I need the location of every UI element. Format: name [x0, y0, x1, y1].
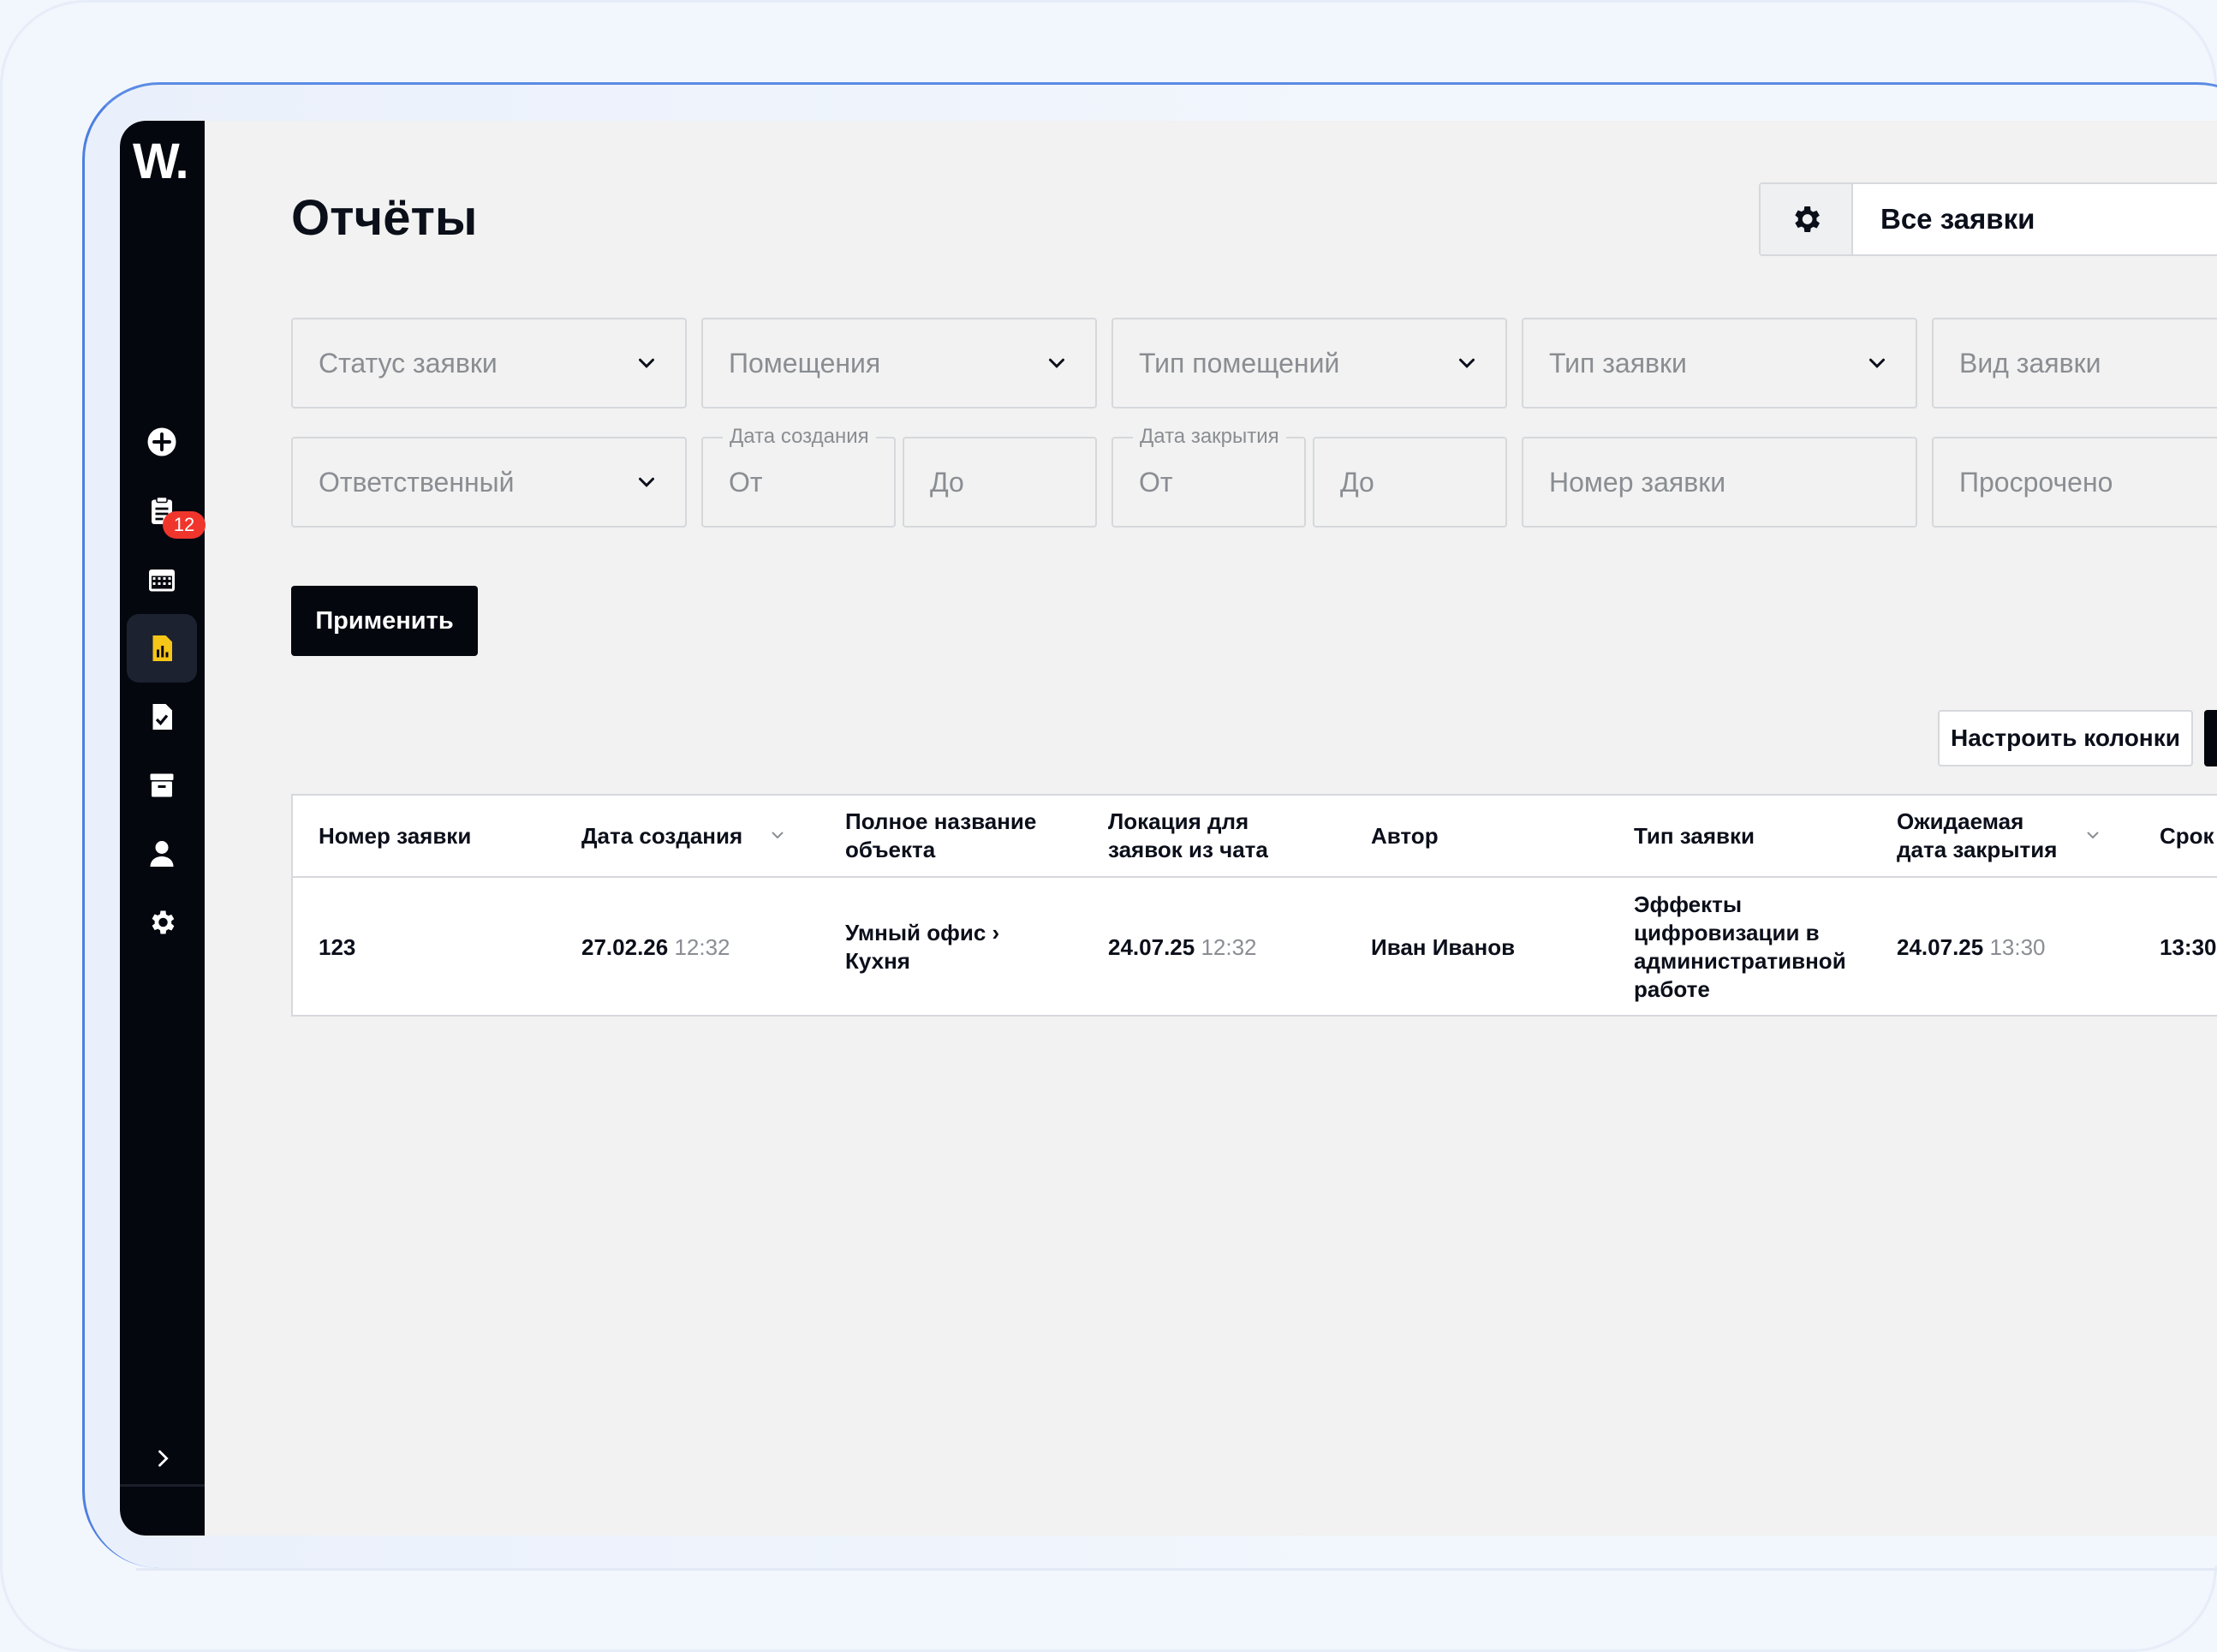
table-header: Номер заявки Дата создания Полное назван… — [293, 796, 2217, 878]
settings-icon — [152, 910, 175, 934]
apply-button[interactable]: Применить — [291, 586, 478, 656]
sidebar: W. 12 — [120, 121, 206, 1536]
col-header-deadline[interactable]: Срок зак — [2160, 822, 2217, 850]
settings-button[interactable] — [127, 888, 197, 957]
plus-circle-icon — [147, 427, 176, 456]
overdue-filter-placeholder: Просрочено — [1959, 466, 2113, 498]
col-header-object[interactable]: Полное название объекта — [845, 808, 1036, 864]
closed-from-placeholder: От — [1139, 466, 1173, 498]
request-type-filter-placeholder: Тип заявки — [1549, 347, 1687, 379]
logo: W. — [133, 134, 189, 189]
checked-document-icon — [152, 704, 172, 730]
reports-button[interactable] — [127, 614, 197, 683]
col-header-author[interactable]: Автор — [1371, 822, 1439, 850]
reports-table: Номер заявки Дата создания Полное назван… — [291, 794, 2217, 1017]
view-select-value: Все заявки — [1880, 203, 2035, 235]
rooms-filter-placeholder: Помещения — [729, 347, 881, 379]
archive-icon — [150, 773, 174, 797]
closed-date-legend: Дата закрытия — [1133, 424, 1286, 450]
col-header-created[interactable]: Дата создания — [581, 822, 742, 850]
cell-number: 123 — [319, 934, 356, 960]
export-button[interactable]: Эк — [2204, 710, 2217, 766]
sort-chevron-icon[interactable] — [767, 825, 788, 845]
created-to-input[interactable]: До — [903, 437, 1097, 528]
chevron-down-icon — [639, 358, 654, 368]
cell-object: Умный офис › Кухня — [845, 920, 1000, 974]
configure-columns-button[interactable]: Настроить колонки — [1938, 710, 2193, 766]
created-to-placeholder: До — [930, 466, 964, 498]
cell-expected: 24.07.25 13:30 — [1897, 934, 2046, 960]
room-type-filter[interactable]: Тип помещений — [1111, 318, 1507, 409]
created-date-legend: Дата создания — [723, 424, 876, 450]
room-type-filter-placeholder: Тип помещений — [1139, 347, 1340, 379]
calendar-button[interactable] — [127, 546, 197, 614]
request-kind-filter-placeholder: Вид заявки — [1959, 347, 2101, 379]
closed-from-input[interactable]: От — [1111, 437, 1306, 528]
profile-button[interactable] — [127, 820, 197, 888]
responsible-filter[interactable]: Ответственный — [291, 437, 687, 528]
chevron-down-icon — [1459, 358, 1475, 368]
responsible-filter-placeholder: Ответственный — [319, 466, 515, 498]
created-from-input[interactable]: От — [701, 437, 896, 528]
col-header-type[interactable]: Тип заявки — [1634, 822, 1755, 850]
chevron-down-icon — [639, 477, 654, 487]
cell-created: 27.02.26 12:32 — [581, 934, 730, 960]
status-filter[interactable]: Статус заявки — [291, 318, 687, 409]
device-frame: W. 12 Отчёты Все заявки Статус заявки По… — [82, 82, 2217, 1571]
checklists-button[interactable] — [127, 683, 197, 751]
chevron-down-icon — [1869, 358, 1885, 368]
col-header-expected[interactable]: Ожидаемая дата закрытия — [1897, 808, 2057, 864]
calendar-icon — [149, 570, 175, 592]
app-screen: W. 12 Отчёты Все заявки Статус заявки По… — [120, 121, 2217, 1536]
request-number-input[interactable]: Номер заявки — [1522, 437, 1917, 528]
report-icon — [152, 635, 172, 661]
request-type-filter[interactable]: Тип заявки — [1522, 318, 1917, 409]
page-title: Отчёты — [291, 190, 478, 246]
archive-button[interactable] — [127, 751, 197, 820]
chevron-right-icon — [158, 1450, 169, 1467]
view-select[interactable]: Все заявки — [1759, 182, 2217, 256]
gear-icon — [1795, 206, 1820, 232]
request-number-placeholder: Номер заявки — [1549, 466, 1726, 498]
requests-count-badge: 12 — [163, 511, 206, 539]
sidebar-divider — [120, 1484, 205, 1487]
sort-chevron-icon[interactable] — [2083, 825, 2103, 845]
created-from-placeholder: От — [729, 466, 763, 498]
create-request-button[interactable] — [127, 408, 197, 476]
closed-to-placeholder: До — [1340, 466, 1374, 498]
user-icon — [150, 841, 174, 867]
expand-sidebar-button[interactable] — [146, 1441, 180, 1476]
status-filter-placeholder: Статус заявки — [319, 347, 498, 379]
rooms-filter[interactable]: Помещения — [701, 318, 1097, 409]
overdue-filter[interactable]: Просрочено — [1932, 437, 2217, 528]
request-kind-filter[interactable]: Вид заявки — [1932, 318, 2217, 409]
col-header-number[interactable]: Номер заявки — [319, 822, 471, 850]
cell-author: Иван Иванов — [1371, 934, 1516, 960]
chevron-down-icon — [1049, 358, 1064, 368]
requests-button[interactable]: 12 — [127, 477, 206, 546]
cell-location: 24.07.25 12:32 — [1108, 934, 1257, 960]
cell-deadline: 13:30 — [2160, 934, 2217, 960]
view-settings-button[interactable] — [1761, 184, 1853, 254]
cell-type: Эффекты цифровизации в административной … — [1634, 892, 1846, 1002]
closed-to-input[interactable]: До — [1313, 437, 1507, 528]
col-header-location[interactable]: Локация для заявок из чата — [1108, 808, 1268, 864]
